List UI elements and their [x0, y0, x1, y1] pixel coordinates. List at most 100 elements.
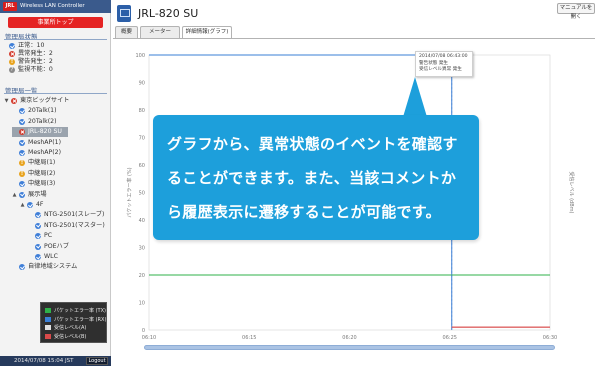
legend-entry[interactable]: パケットエラー率 (TX): [45, 307, 106, 314]
x-tick-label: 06:10: [142, 335, 156, 341]
ok-status-icon: [35, 254, 41, 260]
page-title: JRL-820 SU: [138, 7, 199, 20]
status-time: 2014/07/08 15:04 JST: [14, 358, 74, 364]
error-status-icon: [9, 51, 15, 57]
tree-item[interactable]: 中継局(3): [12, 179, 55, 189]
tree-item[interactable]: 20Talk(1): [12, 106, 57, 116]
ok-status-icon: [19, 139, 25, 146]
ok-status-icon: [35, 243, 41, 250]
tab-1[interactable]: メーター: [140, 26, 180, 38]
ok-status-icon: [19, 108, 25, 115]
tree-item-label: 20Talk(2): [28, 117, 57, 125]
legend-swatch: [45, 316, 51, 322]
expand-arrow-icon[interactable]: ▼: [4, 96, 9, 106]
device-icon: [117, 5, 131, 22]
error-status-icon: [11, 98, 17, 104]
ok-status-icon: [27, 202, 33, 208]
tree-item[interactable]: POEハブ: [28, 242, 69, 252]
ok-status-icon: [35, 222, 41, 229]
y-tick-label: 50: [139, 191, 145, 197]
tree-item-label: 中継局(2): [28, 169, 56, 177]
manual-button[interactable]: マニュアルを開く: [557, 3, 595, 20]
error-status-icon: [19, 129, 25, 136]
legend-entry[interactable]: 受信レベル(A): [45, 324, 86, 331]
tree-item[interactable]: MeshAP(2): [12, 148, 61, 158]
legend-label: パケットエラー率 (TX): [54, 308, 106, 314]
tree-item-label: JRL-820 SU: [28, 128, 62, 136]
tree-item[interactable]: 自律地域システム: [12, 262, 77, 272]
brand-title: Wireless LAN Controller: [20, 3, 85, 9]
tree-item[interactable]: ▲ 4F: [20, 200, 44, 210]
legend-label: 受信レベル(B): [54, 333, 87, 340]
y-tick-label: 90: [139, 81, 145, 87]
chart-legend: パケットエラー率 (TX) パケットエラー率 (RX) 受信レベル(A) 受信レベル(…: [40, 302, 107, 343]
tree-item[interactable]: 中継局(1): [12, 158, 55, 168]
legend-entry[interactable]: パケットエラー率 (RX): [45, 316, 106, 323]
warning-status-icon: [19, 170, 25, 178]
tree-item-label: 20Talk(1): [28, 107, 57, 115]
ok-status-icon: [19, 181, 25, 188]
chart-range-scrollbar[interactable]: [144, 345, 555, 350]
tree-section-divider: [4, 93, 107, 94]
y-tick-label: 40: [139, 218, 145, 224]
y-tick-label: 0: [142, 328, 145, 334]
tree-item[interactable]: MeshAP(1): [12, 138, 61, 148]
event-popup[interactable]: 2014/07/08 06:43:00 警告状態 発生 受信レベル異常 発生: [415, 51, 473, 77]
y-tick-label: 100: [135, 53, 145, 59]
tree-item-label: WLC: [44, 253, 58, 260]
event-popup-detail: 受信レベル異常 発生: [419, 67, 462, 72]
tree-item-label: NTG-2501(マスター): [44, 221, 105, 229]
site-top-button[interactable]: 事業所トップ: [8, 17, 103, 28]
tree-item[interactable]: NTG-2501(マスター): [28, 221, 105, 231]
status-row: 警告発生：2: [9, 58, 53, 66]
tree-item-label: 4F: [36, 201, 44, 208]
tree-item-label: MeshAP(1): [28, 138, 62, 146]
collapse-arrow-icon[interactable]: ▲: [12, 190, 17, 200]
tree-item[interactable]: 中継局(2): [12, 169, 55, 179]
tree-item[interactable]: JRL-820 SU: [12, 127, 68, 138]
tree-item-label: POEハブ: [44, 242, 69, 250]
tree-item[interactable]: WLC: [28, 252, 58, 262]
status-row-label: 警告発生：2: [18, 58, 53, 65]
ok-status-icon: [19, 150, 25, 156]
tree-item[interactable]: ▼ 東京ビッグサイト: [4, 96, 70, 106]
y-tick-label: 10: [139, 301, 145, 307]
callout-bubble: グラフから、異常状態のイベントを確認することができます。また、当該コメントから履…: [153, 115, 479, 240]
tree-item-label: NTG-2501(スレーブ): [44, 211, 105, 219]
ok-status-icon: [9, 43, 15, 49]
legend-swatch: [45, 325, 51, 330]
y-tick-label: 30: [139, 246, 145, 252]
status-row-label: 異常発生：2: [18, 50, 53, 57]
sidebar: JRL Wireless LAN Controller 事業所トップ 管理局状態…: [0, 0, 111, 366]
tree-item[interactable]: 20Talk(2): [12, 117, 57, 127]
y-tick-label: 70: [139, 136, 145, 142]
collapse-arrow-icon[interactable]: ▲: [20, 200, 25, 210]
status-row-label: 正常：10: [18, 42, 45, 49]
y-tick-label: 20: [139, 273, 145, 279]
ok-status-icon: [19, 191, 25, 198]
y-tick-label: 60: [139, 163, 145, 169]
status-row: 監視不能：0: [9, 66, 53, 74]
ok-status-icon: [19, 264, 25, 271]
tree-item-label: 展示場: [28, 190, 47, 198]
legend-swatch: [45, 333, 51, 339]
tab-0[interactable]: 概要: [115, 26, 138, 38]
ok-status-icon: [35, 233, 41, 240]
unknown-status-icon: [9, 66, 15, 74]
y-tick-label: 80: [139, 108, 145, 114]
tree-item[interactable]: NTG-2501(スレーブ): [28, 210, 104, 220]
legend-entry[interactable]: 受信レベル(B): [45, 333, 86, 340]
tree-item-label: 東京ビッグサイト: [20, 97, 70, 104]
tree-item[interactable]: ▲ 展示場: [12, 190, 47, 200]
ok-status-icon: [19, 118, 25, 125]
logout-button[interactable]: Logout: [86, 357, 108, 365]
status-section-divider: [4, 39, 107, 40]
tree-item-label: 中継局(1): [28, 159, 56, 167]
warning-status-icon: [19, 159, 25, 167]
tree-item-label: PC: [44, 232, 53, 240]
tree-item[interactable]: PC: [28, 231, 52, 241]
legend-swatch: [45, 308, 51, 313]
tree-item-label: MeshAP(2): [28, 149, 62, 156]
x-tick-label: 06:30: [543, 335, 557, 341]
ok-status-icon: [35, 212, 41, 219]
